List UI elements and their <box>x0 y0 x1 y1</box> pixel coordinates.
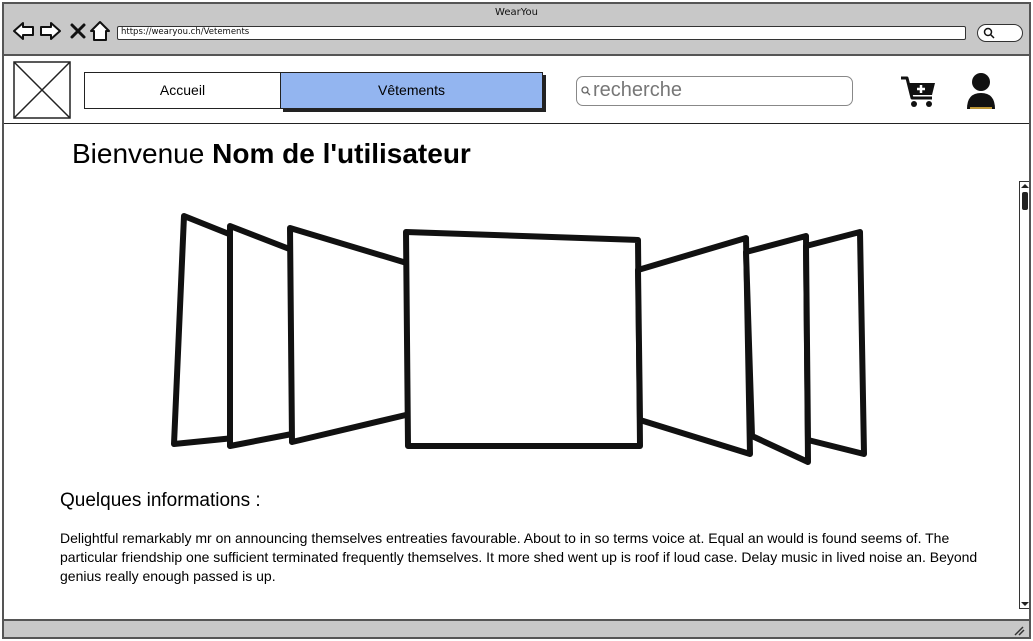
welcome-heading: Bienvenue Nom de l'utilisateur <box>72 138 471 170</box>
scroll-down-icon[interactable] <box>1020 601 1030 607</box>
carousel-item-left-2 <box>227 223 295 449</box>
image-carousel[interactable] <box>164 208 876 466</box>
carousel-item-right-3 <box>803 229 867 457</box>
user-icon[interactable] <box>964 72 998 110</box>
scroll-up-icon[interactable] <box>1020 183 1030 189</box>
home-icon[interactable] <box>88 19 112 43</box>
welcome-username: Nom de l'utilisateur <box>212 138 471 169</box>
nav-tab-vetements[interactable]: Vêtements <box>280 72 543 109</box>
vertical-scrollbar[interactable] <box>1019 181 1030 609</box>
status-bar <box>4 619 1029 637</box>
back-icon[interactable] <box>12 19 36 43</box>
info-heading: Quelques informations : <box>60 490 261 511</box>
cart-plus-icon[interactable] <box>899 74 939 110</box>
carousel-item-left-3 <box>171 213 237 447</box>
window-title: WearYou <box>495 7 538 18</box>
search-icon <box>983 27 995 39</box>
image-placeholder-icon[interactable] <box>13 61 71 119</box>
carousel-item-center <box>403 229 643 449</box>
browser-search-field[interactable] <box>977 24 1023 42</box>
close-icon[interactable] <box>66 19 90 43</box>
nav-tab-accueil[interactable]: Accueil <box>84 72 281 109</box>
resize-grip-icon[interactable] <box>1011 624 1025 636</box>
welcome-prefix: Bienvenue <box>72 138 205 169</box>
scroll-thumb[interactable] <box>1022 192 1028 210</box>
search-icon <box>581 86 591 96</box>
address-bar[interactable]: https://wearyou.ch/Vetements <box>117 26 966 40</box>
carousel-item-right-2 <box>743 233 811 465</box>
forward-icon[interactable] <box>38 19 62 43</box>
search-input[interactable]: recherche <box>576 76 853 106</box>
browser-window: WearYou https://wearyou.ch/Vetements Acc… <box>2 2 1031 639</box>
site-header: Accueil Vêtements recherche <box>4 58 1029 124</box>
browser-toolbar: WearYou https://wearyou.ch/Vetements <box>4 4 1029 56</box>
carousel-item-left-1 <box>287 225 413 445</box>
search-placeholder: recherche <box>593 79 682 101</box>
info-paragraph: Delightful remarkably mr on announcing t… <box>60 530 978 584</box>
carousel-item-right-1 <box>635 235 753 457</box>
